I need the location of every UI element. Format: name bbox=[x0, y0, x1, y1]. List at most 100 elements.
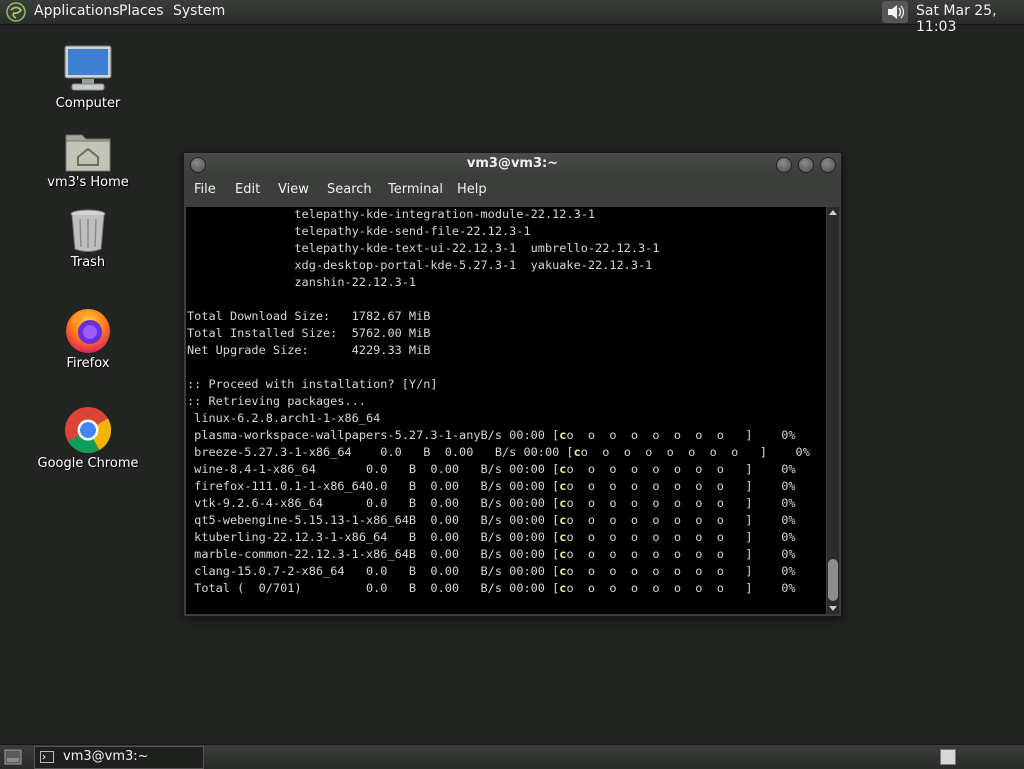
download-progress-row: breeze-5.27.3-1-x86_64 0.0 B 0.00 B/s 00… bbox=[187, 444, 810, 461]
terminal-line: linux-6.2.8.arch1-1-x86_64 bbox=[187, 411, 381, 425]
desktop-icon-firefox[interactable]: Firefox bbox=[28, 306, 148, 371]
scrollbar-thumb[interactable] bbox=[828, 559, 838, 601]
progress-dots: o o o o o o o o ] bbox=[566, 496, 753, 510]
menu-view[interactable]: View bbox=[278, 182, 309, 197]
download-percent: 0% bbox=[781, 479, 796, 493]
download-percent: 0% bbox=[781, 581, 796, 595]
menu-file[interactable]: File bbox=[194, 182, 216, 197]
download-percent: 0% bbox=[781, 530, 796, 544]
system-menu[interactable]: System bbox=[173, 3, 225, 19]
applications-menu[interactable]: Applications bbox=[34, 3, 120, 19]
terminal-scrollbar[interactable] bbox=[827, 207, 839, 614]
download-progress-row: vtk-9.2.6-4-x86_64 0.0 B 0.00 B/s 00:00 … bbox=[187, 495, 810, 512]
terminal-line: xdg-desktop-portal-kde-5.27.3-1 yakuake-… bbox=[187, 258, 653, 272]
row-gap bbox=[753, 428, 782, 442]
clock[interactable]: Sat Mar 25, 11:03 bbox=[916, 3, 1024, 35]
terminal-line: telepathy-kde-send-file-22.12.3-1 bbox=[187, 224, 531, 238]
row-gap bbox=[767, 445, 796, 459]
download-package-name: ktuberling-22.12.3-1-x86_64 B 0.00 B/s 0… bbox=[194, 530, 560, 544]
desktop-icon-trash[interactable]: Trash bbox=[28, 207, 148, 270]
menu-edit[interactable]: Edit bbox=[235, 182, 260, 197]
download-package-name: vtk-9.2.6-4-x86_64 0.0 B 0.00 B/s 00:00 … bbox=[194, 496, 560, 510]
download-package-name: firefox-111.0.1-1-x86_640.0 B 0.00 B/s 0… bbox=[194, 479, 560, 493]
row-gap bbox=[753, 496, 782, 510]
top-panel: Applications Places System Sat Mar 25, 1… bbox=[0, 0, 1024, 35]
row-gap bbox=[753, 479, 782, 493]
terminal-window[interactable]: vm3@vm3:~ File Edit View Search Terminal… bbox=[183, 152, 842, 617]
download-package-name: marble-common-22.12.3-1-x86_64B 0.00 B/s… bbox=[194, 547, 560, 561]
download-package-name: breeze-5.27.3-1-x86_64 0.0 B 0.00 B/s 00… bbox=[194, 445, 574, 459]
download-percent: 0% bbox=[781, 496, 796, 510]
desktop-icon-computer[interactable]: Computer bbox=[28, 44, 148, 111]
maximize-button[interactable] bbox=[798, 157, 814, 173]
progress-pacman: c bbox=[573, 445, 581, 459]
progress-dots: o o o o o o o o ] bbox=[566, 428, 753, 442]
row-gap bbox=[753, 581, 782, 595]
terminal-line: telepathy-kde-integration-module-22.12.3… bbox=[187, 207, 596, 221]
download-package-name: qt5-webengine-5.15.13-1-x86_64B 0.00 B/s… bbox=[194, 513, 560, 527]
download-package-name: plasma-workspace-wallpapers-5.27.3-1-any… bbox=[194, 428, 560, 442]
download-progress-row: plasma-workspace-wallpapers-5.27.3-1-any… bbox=[187, 427, 810, 444]
progress-dots: o o o o o o o o ] bbox=[566, 479, 753, 493]
download-progress-row: marble-common-22.12.3-1-x86_64B 0.00 B/s… bbox=[187, 546, 810, 563]
download-percent: 0% bbox=[781, 513, 796, 527]
terminal-line: Total Installed Size: 5762.00 MiB bbox=[187, 326, 431, 340]
row-gap bbox=[753, 462, 782, 476]
show-desktop-icon[interactable] bbox=[4, 749, 22, 765]
places-menu[interactable]: Places bbox=[119, 3, 164, 19]
progress-dots: o o o o o o o o ] bbox=[566, 513, 753, 527]
download-progress-row: clang-15.0.7-2-x86_64 0.0 B 0.00 B/s 00:… bbox=[187, 563, 810, 580]
desktop-icon-chrome[interactable]: Google Chrome bbox=[28, 406, 148, 471]
row-gap bbox=[753, 513, 782, 527]
terminal-line: zanshin-22.12.3-1 bbox=[187, 275, 417, 289]
mate-logo-icon[interactable] bbox=[6, 2, 26, 22]
desktop-icon-label: Google Chrome bbox=[37, 456, 139, 471]
row-gap bbox=[753, 564, 782, 578]
terminal-line: :: Proceed with installation? [Y/n] bbox=[187, 377, 438, 391]
row-gap bbox=[753, 547, 782, 561]
desktop-icon-label: Firefox bbox=[66, 356, 110, 371]
download-progress-row: Total ( 0/701) 0.0 B 0.00 B/s 00:00 [co … bbox=[187, 580, 810, 597]
close-button[interactable] bbox=[820, 157, 836, 173]
menu-search[interactable]: Search bbox=[327, 182, 372, 197]
chrome-icon bbox=[65, 407, 112, 453]
progress-dots: o o o o o o o o ] bbox=[566, 530, 753, 544]
bottom-panel: vm3@vm3:~ bbox=[0, 744, 1024, 769]
progress-dots: o o o o o o o o ] bbox=[566, 564, 753, 578]
download-package-name: Total ( 0/701) 0.0 B 0.00 B/s 00:00 [ bbox=[194, 581, 560, 595]
download-package-name: wine-8.4-1-x86_64 0.0 B 0.00 B/s 00:00 [ bbox=[194, 462, 560, 476]
terminal-menubar: File Edit View Search Terminal Help bbox=[184, 179, 841, 203]
desktop-icon-label: Trash bbox=[70, 255, 106, 270]
desktop-icon-home[interactable]: vm3's Home bbox=[28, 127, 148, 190]
menu-help[interactable]: Help bbox=[457, 182, 487, 197]
menu-terminal[interactable]: Terminal bbox=[388, 182, 443, 197]
download-progress-row: firefox-111.0.1-1-x86_640.0 B 0.00 B/s 0… bbox=[187, 478, 810, 495]
row-gap bbox=[753, 530, 782, 544]
taskbar-item-terminal[interactable]: vm3@vm3:~ bbox=[34, 746, 204, 769]
download-package-name: clang-15.0.7-2-x86_64 0.0 B 0.00 B/s 00:… bbox=[194, 564, 560, 578]
terminal-output[interactable]: telepathy-kde-integration-module-22.12.3… bbox=[186, 207, 826, 614]
terminal-icon bbox=[40, 751, 54, 763]
progress-dots: o o o o o o o o ] bbox=[566, 547, 753, 561]
taskbar-item-label: vm3@vm3:~ bbox=[63, 749, 149, 764]
computer-icon bbox=[64, 45, 112, 91]
download-percent: 0% bbox=[795, 445, 810, 459]
terminal-text: telepathy-kde-integration-module-22.12.3… bbox=[187, 207, 810, 597]
trash-icon bbox=[70, 209, 106, 252]
terminal-line: :: Retrieving packages... bbox=[187, 394, 366, 408]
download-progress-row: wine-8.4-1-x86_64 0.0 B 0.00 B/s 00:00 [… bbox=[187, 461, 810, 478]
window-title: vm3@vm3:~ bbox=[466, 156, 559, 171]
speaker-icon[interactable] bbox=[882, 1, 908, 23]
terminal-line: telepathy-kde-text-ui-22.12.3-1 umbrello… bbox=[187, 241, 660, 255]
window-titlebar[interactable]: vm3@vm3:~ bbox=[184, 153, 841, 177]
download-percent: 0% bbox=[781, 564, 796, 578]
download-progress-row: qt5-webengine-5.15.13-1-x86_64B 0.00 B/s… bbox=[187, 512, 810, 529]
workspace-switcher-icon[interactable] bbox=[940, 749, 956, 765]
scroll-down-arrow-icon[interactable] bbox=[828, 602, 838, 614]
minimize-button[interactable] bbox=[776, 157, 792, 173]
home-folder-icon bbox=[65, 134, 111, 172]
download-progress-row: ktuberling-22.12.3-1-x86_64 B 0.00 B/s 0… bbox=[187, 529, 810, 546]
scroll-up-arrow-icon[interactable] bbox=[828, 207, 838, 219]
terminal-line: Total Download Size: 1782.67 MiB bbox=[187, 309, 431, 323]
